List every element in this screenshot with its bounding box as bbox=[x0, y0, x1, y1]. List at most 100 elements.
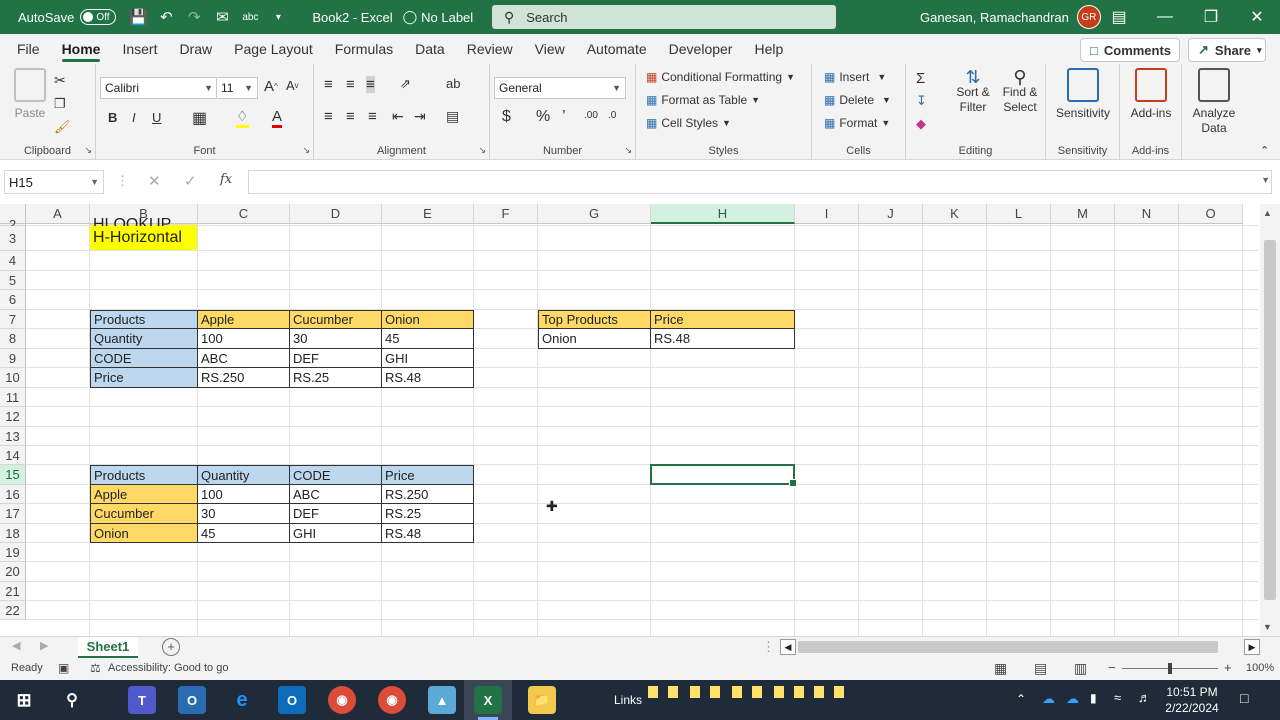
battery-icon[interactable]: ▮ bbox=[1090, 691, 1097, 705]
table-cell[interactable]: RS.48 bbox=[651, 329, 795, 349]
share-button[interactable]: ↗ Share ▾ bbox=[1188, 38, 1266, 62]
table-cell[interactable]: 100 bbox=[198, 485, 290, 504]
row-header-18[interactable]: 18 bbox=[0, 524, 26, 543]
row-header-3[interactable]: 3 bbox=[0, 226, 26, 251]
launcher-icon[interactable]: ↘ bbox=[478, 145, 486, 156]
row-header-5[interactable]: 5 bbox=[0, 271, 26, 290]
zoom-in-icon[interactable]: + bbox=[1224, 660, 1232, 675]
align-right-icon[interactable]: ≡ bbox=[368, 108, 377, 125]
link-icon-3[interactable] bbox=[690, 686, 700, 698]
enter-icon[interactable]: ✓ bbox=[184, 172, 197, 190]
row-header-22[interactable]: 22 bbox=[0, 601, 26, 620]
bold-button[interactable]: B bbox=[108, 110, 117, 125]
increase-decimal-icon[interactable]: .00 bbox=[584, 110, 598, 121]
file-explorer-icon[interactable]: 📁 bbox=[528, 686, 556, 714]
onedrive-personal-icon[interactable]: ☁ bbox=[1066, 691, 1079, 707]
row-header-10[interactable]: 10 bbox=[0, 368, 26, 388]
link-icon-1[interactable] bbox=[648, 686, 658, 698]
row-header-20[interactable]: 20 bbox=[0, 562, 26, 582]
table-cell[interactable]: Cucumber bbox=[290, 310, 382, 329]
accessibility-status[interactable]: Accessibility: Good to go bbox=[108, 662, 228, 674]
macro-record-icon[interactable]: ▣ bbox=[58, 661, 69, 675]
column-header-h[interactable]: H bbox=[651, 204, 795, 224]
table-cell[interactable]: Onion bbox=[538, 329, 651, 349]
tab-developer[interactable]: Developer bbox=[658, 34, 744, 64]
prev-sheet-icon[interactable]: ◀ bbox=[12, 639, 20, 652]
table-cell[interactable]: ABC bbox=[290, 485, 382, 504]
spelling-icon[interactable]: abc bbox=[236, 0, 264, 34]
format-as-table-button[interactable]: ▦ Format as Table ▼ bbox=[646, 93, 760, 107]
tab-review[interactable]: Review bbox=[456, 34, 524, 64]
tab-file[interactable]: File bbox=[6, 34, 51, 64]
autosum-icon[interactable]: Σ bbox=[916, 70, 925, 87]
volume-icon[interactable]: ♬ bbox=[1138, 690, 1151, 705]
row-header-7[interactable]: 7 bbox=[0, 310, 26, 329]
link-icon-5[interactable] bbox=[732, 686, 742, 698]
column-header-j[interactable]: J bbox=[859, 204, 923, 224]
table-cell[interactable]: GHI bbox=[382, 349, 474, 368]
next-sheet-icon[interactable]: ▶ bbox=[40, 639, 48, 652]
row-header-9[interactable]: 9 bbox=[0, 349, 26, 368]
column-header-m[interactable]: M bbox=[1051, 204, 1115, 224]
column-header-k[interactable]: K bbox=[923, 204, 987, 224]
tab-draw[interactable]: Draw bbox=[168, 34, 223, 64]
number-format-select[interactable]: General ▼ bbox=[494, 77, 626, 99]
table-cell[interactable]: RS.25 bbox=[290, 368, 382, 388]
notifications-icon[interactable]: □ bbox=[1240, 690, 1248, 706]
table-cell[interactable]: 30 bbox=[198, 504, 290, 524]
column-header-g[interactable]: G bbox=[538, 204, 651, 224]
close-button[interactable]: ✕ bbox=[1234, 0, 1280, 34]
page-break-view-icon[interactable]: ▥ bbox=[1074, 660, 1087, 677]
minimize-button[interactable]: — bbox=[1142, 0, 1188, 34]
scroll-down-icon[interactable]: ▼ bbox=[1263, 622, 1272, 632]
tab-formulas[interactable]: Formulas bbox=[324, 34, 404, 64]
outlook-app-icon[interactable]: O bbox=[178, 686, 206, 714]
wrap-text-icon[interactable]: ab bbox=[446, 76, 460, 91]
table-cell[interactable]: CODE bbox=[90, 349, 198, 368]
table-cell[interactable]: Cucumber bbox=[90, 504, 198, 524]
table-cell[interactable]: RS.25 bbox=[382, 504, 474, 524]
heading-cell[interactable]: HLOOKUP bbox=[90, 216, 197, 233]
outlook-icon[interactable]: O bbox=[278, 686, 306, 714]
name-box[interactable]: H15 ▼ bbox=[4, 170, 104, 194]
row-header-15[interactable]: 15 bbox=[0, 465, 26, 485]
column-header-e[interactable]: E bbox=[382, 204, 474, 224]
add-sheet-icon[interactable]: + bbox=[162, 638, 180, 656]
formula-input[interactable] bbox=[248, 170, 1272, 194]
addins-button[interactable]: Add-ins bbox=[1123, 68, 1179, 120]
tab-view[interactable]: View bbox=[524, 34, 576, 64]
link-icon-9[interactable] bbox=[814, 686, 824, 698]
italic-button[interactable]: I bbox=[132, 110, 136, 125]
underline-button[interactable]: U bbox=[152, 110, 161, 125]
row-header-12[interactable]: 12 bbox=[0, 407, 26, 427]
comma-style-icon[interactable]: ’ bbox=[562, 108, 566, 126]
scroll-left-icon[interactable]: ◀ bbox=[780, 639, 796, 655]
normal-view-icon[interactable]: ▦ bbox=[994, 660, 1007, 677]
link-icon-8[interactable] bbox=[794, 686, 804, 698]
borders-icon[interactable]: ▦ bbox=[192, 108, 207, 128]
row-header-19[interactable]: 19 bbox=[0, 543, 26, 562]
table-cell[interactable]: DEF bbox=[290, 504, 382, 524]
onedrive-icon[interactable]: ☁ bbox=[1042, 691, 1055, 707]
excel-icon[interactable]: X bbox=[474, 686, 502, 714]
column-header-l[interactable]: L bbox=[987, 204, 1051, 224]
analyze-data-button[interactable]: Analyze Data bbox=[1186, 68, 1242, 136]
format-cells-button[interactable]: ▦ Format ▼ bbox=[824, 116, 890, 130]
column-header-n[interactable]: N bbox=[1115, 204, 1179, 224]
table-cell[interactable]: RS.250 bbox=[382, 485, 474, 504]
sensitivity-status[interactable]: ◯ No Label bbox=[403, 0, 474, 34]
link-icon-6[interactable] bbox=[752, 686, 762, 698]
currency-icon[interactable]: $ bbox=[502, 108, 511, 126]
row-header-16[interactable]: 16 bbox=[0, 485, 26, 504]
row-header-8[interactable]: 8 bbox=[0, 329, 26, 349]
align-middle-icon[interactable]: ≡ bbox=[346, 76, 355, 93]
tab-page-layout[interactable]: Page Layout bbox=[223, 34, 324, 64]
page-layout-view-icon[interactable]: ▤ bbox=[1034, 660, 1047, 677]
percent-icon[interactable]: % bbox=[536, 108, 550, 126]
launcher-icon[interactable]: ↘ bbox=[624, 145, 632, 156]
vertical-scrollbar[interactable]: ▲ ▼ bbox=[1260, 204, 1280, 636]
taskbar-search-icon[interactable]: ⚲ bbox=[58, 686, 86, 714]
link-icon-2[interactable] bbox=[668, 686, 678, 698]
link-icon-10[interactable] bbox=[834, 686, 844, 698]
conditional-formatting-button[interactable]: ▦ Conditional Formatting ▼ bbox=[646, 70, 795, 84]
